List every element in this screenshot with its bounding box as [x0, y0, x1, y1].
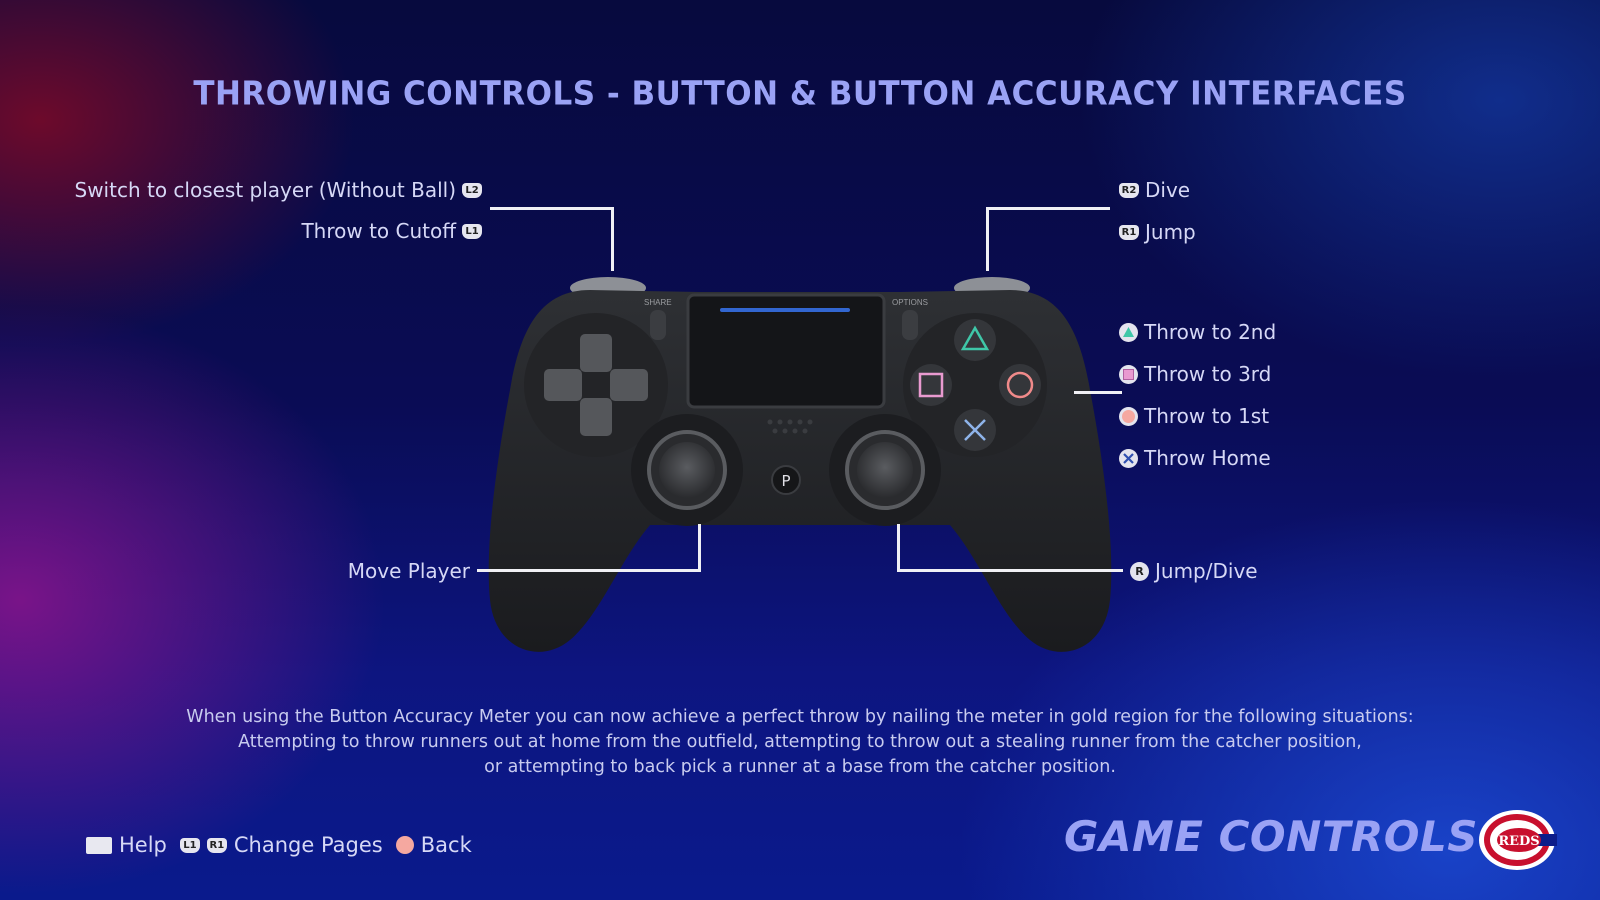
- label-jump-dive: R Jump/Dive: [1130, 559, 1258, 583]
- share-button: [650, 310, 666, 340]
- connector-left-stick-horizontal: [477, 569, 701, 572]
- label-throw-to-3rd: Throw to 3rd: [1119, 362, 1271, 386]
- help-button[interactable]: Help: [119, 833, 167, 857]
- label-move-player: Move Player: [347, 559, 470, 583]
- label-dive: R2 Dive: [1119, 178, 1190, 202]
- connector-l1l2-horizontal: [490, 207, 614, 210]
- connector-r1r2-horizontal: [986, 207, 1110, 210]
- connector-right-stick-vertical: [897, 524, 900, 572]
- ps4-controller-image: SHARE OPTIONS P: [488, 277, 1112, 652]
- cross-button: [954, 409, 996, 451]
- label-throw-to-2nd: Throw to 2nd: [1119, 320, 1276, 344]
- label-jump: R1 Jump: [1119, 220, 1196, 244]
- back-button[interactable]: Back: [421, 833, 472, 857]
- circle-button-icon: [1119, 406, 1138, 426]
- footer-hints: Help L1 R1 Change Pages Back: [86, 833, 472, 857]
- r-stick-icon: R: [1130, 561, 1149, 581]
- label-throw-home: Throw Home: [1119, 446, 1271, 470]
- svg-text:P: P: [781, 472, 790, 490]
- label-throw-to-cutoff: Throw to Cutoff L1: [301, 219, 482, 243]
- triangle-button: [954, 319, 996, 361]
- l1-bumper-icon: L1: [179, 837, 200, 853]
- share-label: SHARE: [644, 298, 672, 307]
- square-button-icon: [1119, 364, 1138, 384]
- connector-right-stick-horizontal: [897, 569, 1123, 572]
- reds-team-logo: REDS: [1479, 810, 1557, 870]
- l2-trigger-icon: L2: [462, 182, 482, 198]
- connector-left-stick-vertical: [698, 524, 701, 572]
- square-button: [910, 364, 952, 406]
- left-stick: [631, 414, 743, 526]
- label-switch-closest-player: Switch to closest player (Without Ball) …: [75, 178, 482, 202]
- triangle-button-icon: [1119, 322, 1138, 342]
- r1-bumper-icon: R1: [206, 837, 227, 853]
- change-pages-button[interactable]: Change Pages: [234, 833, 383, 857]
- page-title: THROWING CONTROLS - BUTTON & BUTTON ACCU…: [193, 75, 1407, 113]
- r2-trigger-icon: R2: [1119, 182, 1139, 198]
- svg-text:REDS: REDS: [1498, 834, 1539, 849]
- circle-button: [999, 364, 1041, 406]
- connector-r1r2-vertical: [986, 207, 989, 271]
- connector-l1l2-vertical: [611, 207, 614, 271]
- connector-face-buttons: [1074, 391, 1122, 394]
- circle-button-icon: [395, 836, 414, 854]
- l1-bumper-icon: L1: [462, 223, 482, 239]
- ps-button: P: [771, 465, 801, 495]
- r1-bumper-icon: R1: [1119, 224, 1139, 240]
- label-throw-to-1st: Throw to 1st: [1119, 404, 1269, 428]
- right-stick: [829, 414, 941, 526]
- options-button: [902, 310, 918, 340]
- cross-button-icon: [1119, 448, 1138, 468]
- touchpad-button-icon: [86, 836, 112, 854]
- section-title: GAME CONTROLS: [1064, 812, 1478, 861]
- light-bar: [720, 308, 850, 312]
- button-accuracy-description: When using the Button Accuracy Meter you…: [186, 707, 1414, 777]
- options-label: OPTIONS: [892, 298, 928, 307]
